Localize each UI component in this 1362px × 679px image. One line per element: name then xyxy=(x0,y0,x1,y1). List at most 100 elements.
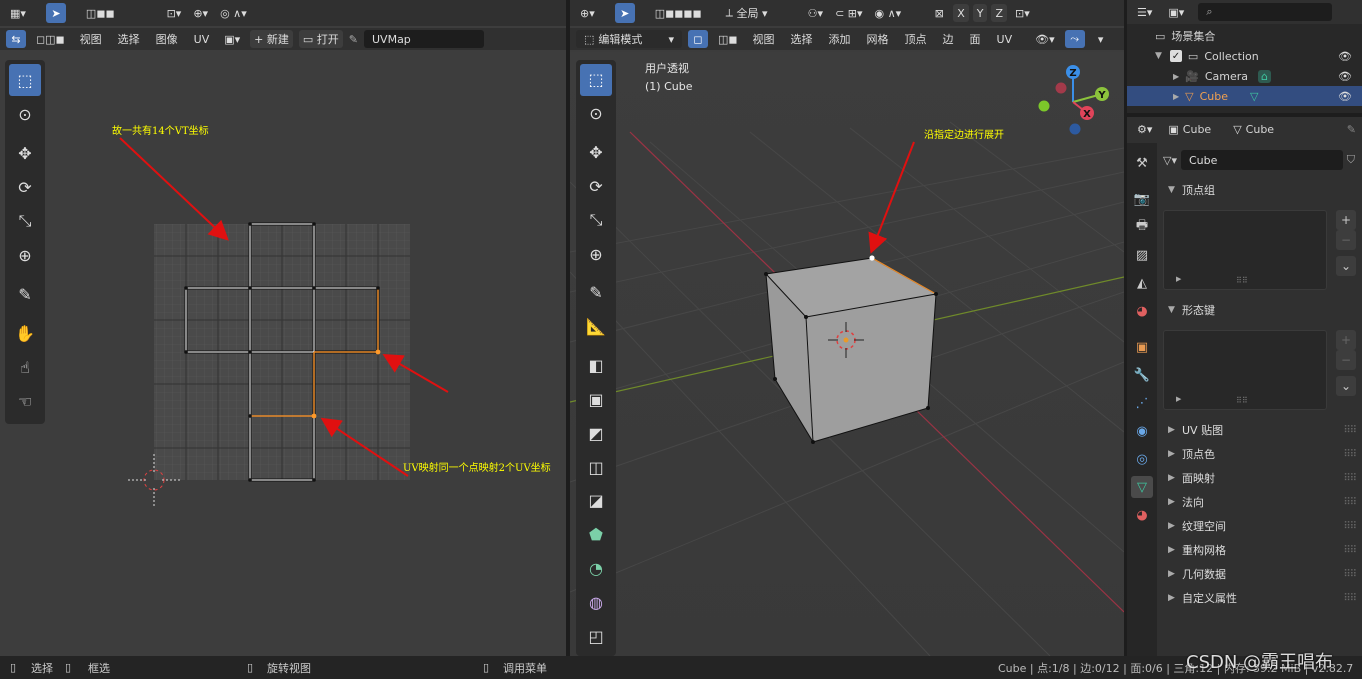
drag-handle-icon[interactable]: ⠿⠿ xyxy=(1343,497,1357,508)
viewport-move-icon[interactable]: ✥ xyxy=(580,137,612,169)
modifier-tab-icon[interactable]: 🔧 xyxy=(1131,364,1153,386)
orientation-dropdown[interactable]: ⟂ 全局 ▾ xyxy=(722,3,800,23)
navigation-gizmo[interactable]: Z Y X xyxy=(1034,62,1116,140)
section-shape-keys[interactable]: ▼ 形态键 xyxy=(1160,298,1362,322)
viewport-proportional-icon[interactable]: ◉ ∧▾ xyxy=(871,3,906,23)
mirror-icon[interactable]: ⊠ xyxy=(929,3,949,23)
viewport-menu-vertex[interactable]: 顶点 xyxy=(900,31,932,47)
viewport-menu-add[interactable]: 添加 xyxy=(824,31,856,47)
viewport-select-tool-icon[interactable]: ➤ xyxy=(614,3,635,23)
drag-handle-icon[interactable]: ⠿⠿ xyxy=(1343,545,1357,556)
mode-dropdown[interactable]: ⬚ 编辑模式 ▾ xyxy=(576,30,682,48)
eye-icon[interactable]: 👁 xyxy=(1338,70,1352,83)
edge-slide-icon[interactable]: ◰ xyxy=(580,620,612,652)
drag-handle-icon[interactable]: ⠿⠿ xyxy=(1343,593,1357,604)
viewport-menu-view[interactable]: 视图 xyxy=(748,31,780,47)
shape-key-specials-button[interactable]: ⌄ xyxy=(1336,376,1356,396)
mirror-z-toggle[interactable]: Z xyxy=(991,4,1008,22)
spin-icon[interactable]: ◔ xyxy=(580,553,612,585)
vertex-group-specials-button[interactable]: ⌄ xyxy=(1336,256,1356,276)
mesh-data-tab-icon[interactable]: ▽ xyxy=(1131,476,1153,498)
gizmo-options-icon[interactable]: ▾ xyxy=(1091,29,1111,49)
eye-icon[interactable]: 👁 xyxy=(1338,50,1352,63)
smooth-icon[interactable]: ◍ xyxy=(580,586,612,618)
vertex-groups-list[interactable]: ▶ ⠿⠿ xyxy=(1163,210,1327,290)
section-custom-properties[interactable]: ▶ 自定义属性 ⠿⠿ xyxy=(1160,586,1362,610)
remove-shape-key-button[interactable]: − xyxy=(1336,350,1356,370)
drag-handle-icon[interactable]: ⠿⠿ xyxy=(1343,473,1357,484)
viewport-options-icon[interactable]: ⊡▾ xyxy=(1011,3,1034,23)
mesh-browse-icon[interactable]: ▽▾ xyxy=(1163,154,1177,167)
mirror-y-toggle[interactable]: Y xyxy=(972,4,988,22)
scene-tab-icon[interactable]: ◭ xyxy=(1131,272,1153,294)
viewport-select-mode-icon[interactable]: ◫◼◼◼◼ xyxy=(651,3,706,23)
drag-handle-icon[interactable]: ⠿⠿ xyxy=(1343,425,1357,436)
knife-icon[interactable]: ◪ xyxy=(580,485,612,517)
viewport-menu-face[interactable]: 面 xyxy=(965,31,986,47)
mirror-x-toggle[interactable]: X xyxy=(953,4,969,22)
section-texture-space[interactable]: ▶ 纹理空间 ⠿⠿ xyxy=(1160,514,1362,538)
object-tab-icon[interactable]: ▣ xyxy=(1131,336,1153,358)
render-tab-icon[interactable]: 📷 xyxy=(1131,188,1153,210)
outliner-item-camera[interactable]: ▶ 🎥 Camera ⌂ 👁 xyxy=(1127,66,1362,86)
properties-editor-type-icon[interactable]: ⚙▾ xyxy=(1133,119,1156,139)
viewport-cursor-icon[interactable]: ⊙ xyxy=(580,98,612,130)
outliner-editor-type-icon[interactable]: ☰▾ xyxy=(1133,2,1156,22)
section-normals[interactable]: ▶ 法向 ⠿⠿ xyxy=(1160,490,1362,514)
viewport-editor-type-icon[interactable]: ⊕▾ xyxy=(576,3,599,23)
checkbox-icon[interactable]: ✓ xyxy=(1169,50,1182,62)
section-vertex-groups[interactable]: ▼ 顶点组 xyxy=(1160,178,1362,202)
visibility-icon[interactable]: 👁▾ xyxy=(1031,29,1059,49)
section-geometry-data[interactable]: ▶ 几何数据 ⠿⠿ xyxy=(1160,562,1362,586)
viewport-rotate-icon[interactable]: ⟳ xyxy=(580,170,612,202)
outliner-item-collection[interactable]: ▼ ✓ ▭ Collection 👁 xyxy=(1127,46,1362,66)
mesh-name-field[interactable]: Cube xyxy=(1180,150,1343,170)
viewport-select-box-icon[interactable]: ⬚ xyxy=(580,64,612,96)
outliner-search-input[interactable]: ⌕ xyxy=(1198,3,1333,21)
viewport-transform-icon[interactable]: ⊕ xyxy=(580,238,612,270)
constraints-tab-icon[interactable]: ◎ xyxy=(1131,448,1153,470)
outliner-scene-collection[interactable]: ▭ 场景集合 xyxy=(1127,26,1362,46)
viewport-pivot-icon[interactable]: ⚇▾ xyxy=(804,3,827,23)
shape-keys-list[interactable]: ▶ ⠿⠿ xyxy=(1163,330,1327,410)
viewport-menu-uv[interactable]: UV xyxy=(992,33,1018,46)
viewport-scale-icon[interactable]: ⤡ xyxy=(580,204,612,236)
list-resize-handle[interactable]: ⠿⠿ xyxy=(1236,276,1248,285)
gizmo-toggle-icon[interactable]: ⤳ xyxy=(1064,30,1085,48)
fake-user-icon[interactable]: ⛉ xyxy=(1347,153,1355,167)
section-face-maps[interactable]: ▶ 面映射 ⠿⠿ xyxy=(1160,466,1362,490)
material-tab-icon[interactable]: ◕ xyxy=(1131,504,1153,526)
viewport-menu-edge[interactable]: 边 xyxy=(938,31,959,47)
particles-tab-icon[interactable]: ⋰ xyxy=(1131,392,1153,414)
edge-face-select-icon[interactable]: ◫◼ xyxy=(714,30,742,48)
viewport-menu-select[interactable]: 选择 xyxy=(786,31,818,47)
eye-icon[interactable]: 👁 xyxy=(1338,90,1352,103)
bevel-icon[interactable]: ◩ xyxy=(580,417,612,449)
physics-tab-icon[interactable]: ◉ xyxy=(1131,420,1153,442)
outliner-item-cube[interactable]: ▶ ▽ Cube ▽ 👁 xyxy=(1127,86,1362,106)
viewport-snap-icon[interactable]: ⊂ ⊞▾ xyxy=(831,3,866,23)
inset-icon[interactable]: ▣ xyxy=(580,383,612,415)
extrude-icon[interactable]: ◧ xyxy=(580,350,612,382)
list-expand-icon[interactable]: ▶ xyxy=(1176,395,1181,403)
viewport-scene[interactable] xyxy=(570,52,1124,656)
add-vertex-group-button[interactable]: + xyxy=(1336,210,1356,230)
list-resize-handle[interactable]: ⠿⠿ xyxy=(1236,396,1248,405)
tool-tab-icon[interactable]: ⚒ xyxy=(1131,152,1153,174)
view-layer-tab-icon[interactable]: ▨ xyxy=(1131,244,1153,266)
viewport-menu-mesh[interactable]: 网格 xyxy=(862,31,894,47)
section-remesh[interactable]: ▶ 重构网格 ⠿⠿ xyxy=(1160,538,1362,562)
section-vertex-colors[interactable]: ▶ 顶点色 ⠿⠿ xyxy=(1160,442,1362,466)
pin-icon[interactable]: ✎ xyxy=(1347,123,1356,136)
drag-handle-icon[interactable]: ⠿⠿ xyxy=(1343,449,1357,460)
remove-vertex-group-button[interactable]: − xyxy=(1336,230,1356,250)
viewport-annotate-icon[interactable]: ✎ xyxy=(580,277,612,309)
world-tab-icon[interactable]: ◕ xyxy=(1131,300,1153,322)
section-uv-maps[interactable]: ▶ UV 贴图 ⠿⠿ xyxy=(1160,418,1362,442)
poly-build-icon[interactable]: ⬟ xyxy=(580,519,612,551)
add-shape-key-button[interactable]: + xyxy=(1336,330,1356,350)
measure-icon[interactable]: 📐 xyxy=(580,311,612,343)
output-tab-icon[interactable]: 🖶 xyxy=(1131,216,1153,238)
display-mode-icon[interactable]: ▣▾ xyxy=(1164,2,1188,22)
drag-handle-icon[interactable]: ⠿⠿ xyxy=(1343,521,1357,532)
